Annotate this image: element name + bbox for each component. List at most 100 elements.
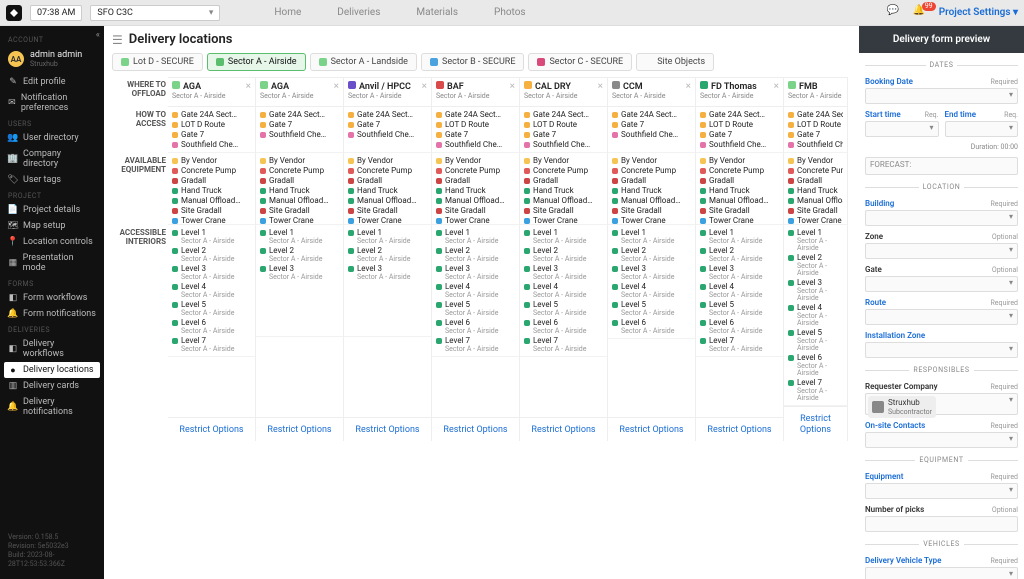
- chip[interactable]: Southfield Che…: [436, 140, 515, 149]
- sidebar-item[interactable]: ◧Form workflows: [0, 290, 104, 306]
- lane-close-icon[interactable]: ×: [598, 81, 603, 103]
- chip[interactable]: Tower Crane: [788, 216, 843, 225]
- chip[interactable]: Hand Truck: [172, 186, 251, 195]
- level-chip[interactable]: Level 2: [348, 246, 427, 255]
- chip[interactable]: Site Gradall: [524, 206, 603, 215]
- sidebar-item[interactable]: ✎Edit profile: [0, 74, 104, 90]
- level-chip[interactable]: Level 7: [172, 336, 251, 345]
- level-chip[interactable]: Level 4: [700, 282, 779, 291]
- chip[interactable]: Tower Crane: [260, 216, 339, 225]
- location-tab[interactable]: Sector A - Airside: [207, 53, 306, 71]
- level-chip[interactable]: Level 7: [700, 336, 779, 345]
- chip[interactable]: Gate 24A Sect…: [348, 110, 427, 119]
- location-tab[interactable]: Sector A - Landside: [310, 53, 417, 71]
- chip[interactable]: Gate 24A Sect…: [260, 110, 339, 119]
- location-tab[interactable]: Lot D - SECURE: [112, 53, 203, 71]
- input-building[interactable]: [865, 210, 1018, 226]
- lane-close-icon[interactable]: ×: [774, 81, 779, 103]
- input-picks[interactable]: [865, 516, 1018, 532]
- input-vehicle-type[interactable]: [865, 567, 1018, 579]
- level-chip[interactable]: Level 7: [788, 378, 843, 387]
- chip[interactable]: Site Gradall: [260, 206, 339, 215]
- sidebar-user[interactable]: AA admin admin Struxhub: [0, 46, 104, 74]
- project-picker[interactable]: SFO C3C: [90, 5, 220, 21]
- level-chip[interactable]: Level 4: [788, 303, 843, 312]
- level-chip[interactable]: Level 4: [172, 282, 251, 291]
- level-chip[interactable]: Level 1: [788, 228, 843, 237]
- chip[interactable]: Manual Offload…: [700, 196, 779, 205]
- chip[interactable]: Tower Crane: [172, 216, 251, 225]
- level-chip[interactable]: Level 3: [348, 264, 427, 273]
- location-tab[interactable]: Sector C - SECURE: [528, 53, 632, 71]
- chip[interactable]: Concrete Pump: [524, 166, 603, 175]
- sidebar-item[interactable]: ▦Presentation mode: [0, 250, 104, 276]
- chip[interactable]: Concrete Pump: [172, 166, 251, 175]
- level-chip[interactable]: Level 3: [700, 264, 779, 273]
- chip[interactable]: Site Gradall: [788, 206, 843, 215]
- chip[interactable]: Southfield Che…: [788, 140, 843, 149]
- chip[interactable]: Gate 24A Sect…: [788, 110, 843, 119]
- level-chip[interactable]: Level 5: [700, 300, 779, 309]
- lane-close-icon[interactable]: ×: [422, 81, 427, 103]
- sidebar-item[interactable]: ▥Delivery cards: [0, 378, 104, 394]
- chip[interactable]: Manual Offload…: [788, 196, 843, 205]
- chip[interactable]: Gate 7: [788, 130, 843, 139]
- level-chip[interactable]: Level 7: [436, 336, 515, 345]
- bell-icon[interactable]: 🔔99: [913, 5, 929, 21]
- sidebar-item[interactable]: 🔔Form notifications: [0, 306, 104, 322]
- chip[interactable]: Gate 7: [436, 130, 515, 139]
- chip[interactable]: By Vendor: [524, 156, 603, 165]
- chip[interactable]: Gradall: [436, 176, 515, 185]
- chip[interactable]: By Vendor: [172, 156, 251, 165]
- nav-deliveries[interactable]: Deliveries: [331, 3, 386, 22]
- level-chip[interactable]: Level 1: [348, 228, 427, 237]
- chip[interactable]: Gate 24A Sect…: [172, 110, 251, 119]
- level-chip[interactable]: Level 5: [436, 300, 515, 309]
- chip[interactable]: Gradall: [524, 176, 603, 185]
- chip[interactable]: Tower Crane: [524, 216, 603, 225]
- chip[interactable]: Gate 7: [260, 120, 339, 129]
- input-booking-date[interactable]: [865, 88, 1018, 104]
- restrict-link[interactable]: Restrict Options: [179, 425, 243, 435]
- chip[interactable]: Southfield Che…: [612, 130, 691, 139]
- chat-icon[interactable]: 💬: [887, 5, 903, 21]
- level-chip[interactable]: Level 1: [524, 228, 603, 237]
- sidebar-item[interactable]: 👥User directory: [0, 130, 104, 146]
- level-chip[interactable]: Level 2: [788, 253, 843, 262]
- level-chip[interactable]: Level 7: [524, 336, 603, 345]
- sidebar-item[interactable]: 🏷User tags: [0, 172, 104, 188]
- level-chip[interactable]: Level 6: [788, 353, 843, 362]
- chip[interactable]: Hand Truck: [348, 186, 427, 195]
- chip[interactable]: By Vendor: [700, 156, 779, 165]
- chip[interactable]: LOT D Route: [788, 120, 843, 129]
- chip[interactable]: Gate 7: [172, 130, 251, 139]
- chip[interactable]: Gradall: [700, 176, 779, 185]
- level-chip[interactable]: Level 1: [612, 228, 691, 237]
- sidebar-item[interactable]: ●Delivery locations: [4, 362, 100, 378]
- chip[interactable]: Southfield Che…: [348, 130, 427, 139]
- level-chip[interactable]: Level 2: [436, 246, 515, 255]
- chip[interactable]: Manual Offload…: [436, 196, 515, 205]
- chip[interactable]: Southfield Che…: [524, 140, 603, 149]
- chip[interactable]: Site Gradall: [348, 206, 427, 215]
- chip[interactable]: Gate 7: [524, 130, 603, 139]
- level-chip[interactable]: Level 2: [700, 246, 779, 255]
- chip[interactable]: Gradall: [172, 176, 251, 185]
- input-route[interactable]: [865, 309, 1018, 325]
- project-settings-menu[interactable]: Project Settings: [939, 7, 1018, 18]
- chip[interactable]: Hand Truck: [524, 186, 603, 195]
- level-chip[interactable]: Level 5: [524, 300, 603, 309]
- sidebar-item[interactable]: 📍Location controls: [0, 234, 104, 250]
- chip[interactable]: By Vendor: [788, 156, 843, 165]
- level-chip[interactable]: Level 2: [612, 246, 691, 255]
- input-gate[interactable]: [865, 276, 1018, 292]
- chip[interactable]: LOT D Route: [172, 120, 251, 129]
- sidebar-item[interactable]: ◧Delivery workflows: [0, 336, 104, 362]
- chip[interactable]: LOT D Route: [524, 120, 603, 129]
- level-chip[interactable]: Level 3: [524, 264, 603, 273]
- level-chip[interactable]: Level 5: [612, 300, 691, 309]
- level-chip[interactable]: Level 2: [172, 246, 251, 255]
- restrict-link[interactable]: Restrict Options: [619, 425, 683, 435]
- input-install-zone[interactable]: [865, 342, 1018, 358]
- input-zone[interactable]: [865, 243, 1018, 259]
